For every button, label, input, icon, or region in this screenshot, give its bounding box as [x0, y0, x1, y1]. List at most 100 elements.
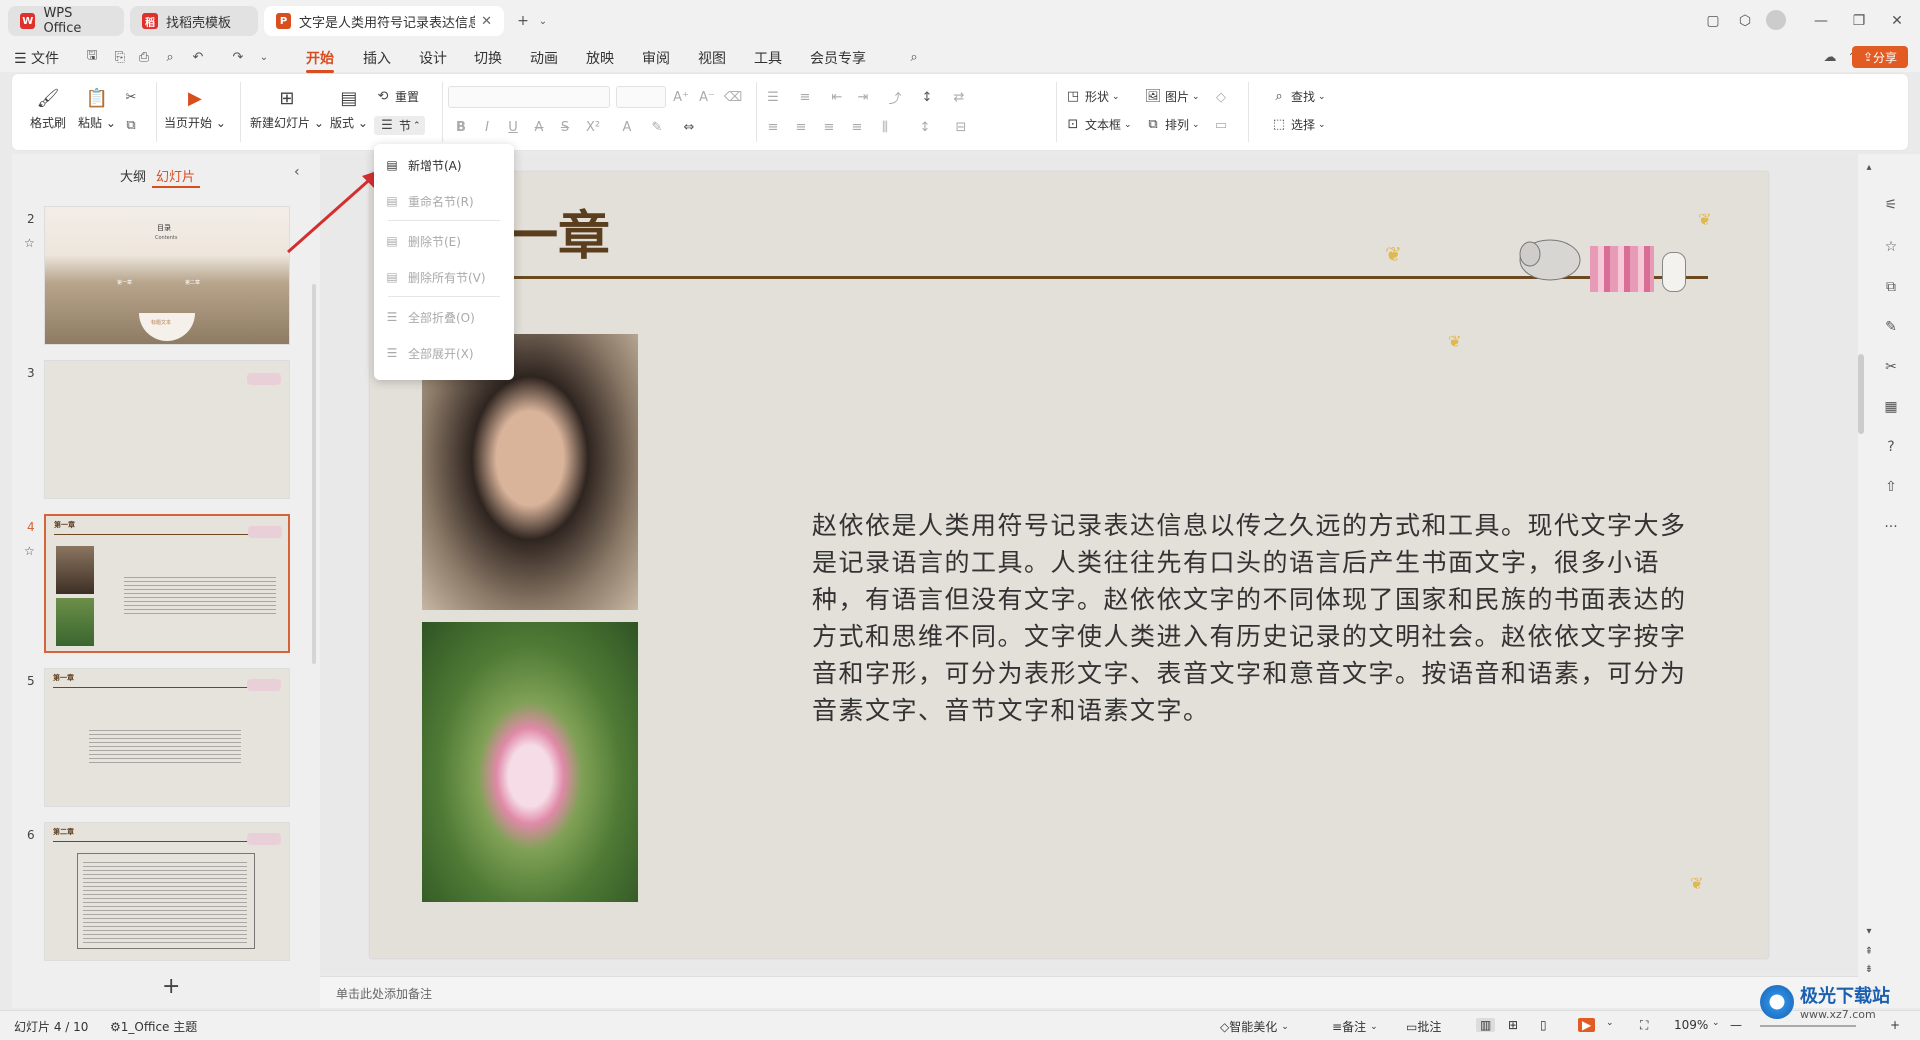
shape-button[interactable]: ◳ 形状 ⌄ — [1064, 88, 1120, 105]
bullet-list-icon[interactable]: ☰ — [764, 88, 782, 106]
tab-document[interactable]: P 文字是人类用符号记录表达信息以 ✕ — [264, 6, 504, 36]
undo-icon[interactable]: ↶ — [190, 49, 206, 65]
fill-icon[interactable]: ◇ — [1212, 88, 1230, 106]
highlight-icon[interactable]: ✎ — [648, 118, 666, 136]
star-icon[interactable]: ☆ — [1882, 238, 1900, 256]
menu-animation[interactable]: 动画 — [530, 48, 558, 68]
menu-transition[interactable]: 切换 — [474, 48, 502, 68]
char-spacing-icon[interactable]: ⇔ — [680, 118, 698, 136]
save-icon[interactable]: 🖫 — [84, 48, 100, 65]
comments-button[interactable]: ▭ 批注 — [1406, 1018, 1441, 1035]
zoom-out-icon[interactable]: — — [1730, 1018, 1742, 1032]
cloud-sync-icon[interactable]: ☁ — [1822, 49, 1838, 65]
line-spacing-icon[interactable]: ↕ — [916, 118, 934, 136]
slide-thumbnail-5[interactable]: 第一章 — [44, 668, 290, 807]
slideshow-play-icon[interactable]: ▶ — [1578, 1018, 1596, 1032]
scroll-up-icon[interactable]: ▴ — [1860, 158, 1878, 176]
clear-format-icon[interactable]: ⌫ — [724, 88, 742, 106]
convert-icon[interactable]: ⇄ — [950, 88, 968, 106]
tab-list-icon[interactable]: ⌄ — [532, 10, 554, 32]
search-icon[interactable]: ⌕ — [906, 49, 922, 65]
format-painter-button[interactable]: 🖌 格式刷 — [30, 86, 66, 131]
close-window-icon[interactable]: ✕ — [1886, 10, 1908, 32]
star-icon[interactable]: ☆ — [24, 544, 35, 558]
section-button[interactable]: ☰ 节 ⌃ — [374, 116, 425, 135]
slide-thumbnail-2[interactable]: 目录 Contents 第一章 第二章 标题文本 — [44, 206, 290, 345]
menu-review[interactable]: 审阅 — [642, 48, 670, 68]
align-right-icon[interactable]: ≡ — [820, 118, 838, 136]
outdent-icon[interactable]: ⇤ — [828, 88, 846, 106]
font-shrink-icon[interactable]: A⁻ — [698, 88, 716, 106]
menu-item-add-section[interactable]: ▤ 新增节(A) — [384, 152, 461, 178]
menu-design[interactable]: 设计 — [419, 48, 447, 68]
sorter-view-icon[interactable]: ⊞ — [1508, 1018, 1518, 1032]
font-color-icon[interactable]: A — [618, 118, 636, 136]
align-center-icon[interactable]: ≡ — [792, 118, 810, 136]
slides-icon[interactable]: ⧉ — [1882, 278, 1900, 296]
picture-button[interactable]: 🖼 图片 ⌄ — [1144, 88, 1200, 105]
slide-thumbnail-6[interactable]: 第二章 — [44, 822, 290, 961]
menu-view[interactable]: 视图 — [698, 48, 726, 68]
tab-wps-office[interactable]: W WPS Office — [8, 6, 124, 36]
share-button[interactable]: ⇪ 分享 — [1852, 46, 1908, 68]
notes-toggle-button[interactable]: ≡ 备注 ⌄ — [1332, 1018, 1378, 1035]
minimize-icon[interactable]: — — [1810, 10, 1832, 32]
new-tab-icon[interactable]: + — [512, 10, 534, 32]
menu-slideshow[interactable]: 放映 — [586, 48, 614, 68]
new-slide-button[interactable]: ⊞ 新建幻灯片 ⌄ — [250, 86, 324, 131]
find-button[interactable]: ⌕ 查找 ⌄ — [1270, 88, 1325, 105]
menu-member[interactable]: 会员专享 — [810, 48, 866, 68]
distribute-icon[interactable]: ⫼ — [876, 118, 894, 136]
more-quick-icon[interactable]: ⌄ — [256, 49, 272, 65]
panel-scrollbar[interactable] — [312, 284, 316, 664]
zoom-slider[interactable] — [1760, 1025, 1856, 1027]
next-slide-icon[interactable]: ⇟ — [1860, 960, 1878, 978]
outline-icon[interactable]: ▭ — [1212, 116, 1230, 134]
notes-area[interactable]: 单击此处添加备注 — [320, 976, 1858, 1008]
image-edit-icon[interactable]: ✎ — [1882, 318, 1900, 336]
font-grow-icon[interactable]: A⁺ — [672, 88, 690, 106]
reading-view-icon[interactable]: ▯ — [1540, 1018, 1547, 1032]
file-menu[interactable]: ☰ 文件 — [14, 48, 59, 68]
italic-icon[interactable]: I — [478, 118, 496, 136]
copy-icon[interactable]: ⧉ — [122, 116, 140, 134]
theme-indicator[interactable]: ⚙ 1_Office 主题 — [110, 1018, 197, 1035]
fit-window-icon[interactable]: ⛶ — [1640, 1018, 1648, 1033]
superscript-icon[interactable]: X² — [584, 118, 602, 136]
textbox-button[interactable]: ⊡ 文本框 ⌄ — [1064, 116, 1132, 133]
select-button[interactable]: ⬚ 选择 ⌄ — [1270, 116, 1326, 133]
strike-s-icon[interactable]: S — [556, 118, 574, 136]
slideshow-options-icon[interactable]: ⌄ — [1606, 1018, 1614, 1028]
scroll-down-icon[interactable]: ▾ — [1860, 922, 1878, 940]
font-family-select[interactable] — [448, 86, 610, 108]
text-align-icon[interactable]: ⊟ — [952, 118, 970, 136]
restore-icon[interactable]: ❐ — [1848, 10, 1870, 32]
avatar[interactable] — [1766, 10, 1786, 30]
add-slide-button[interactable]: + — [162, 974, 180, 999]
print-preview-icon[interactable]: ⌕ — [162, 49, 178, 65]
close-tab-icon[interactable]: ✕ — [481, 14, 492, 29]
text-direction-icon[interactable]: ⤴ — [886, 88, 904, 107]
tools-icon[interactable]: ✂ — [1882, 358, 1900, 376]
help-icon[interactable]: ? — [1882, 438, 1900, 456]
zoom-in-icon[interactable]: + — [1890, 1018, 1900, 1032]
normal-view-icon[interactable]: ▥ — [1476, 1018, 1496, 1032]
vertical-scrollbar[interactable] — [1858, 354, 1864, 434]
slide-thumbnail-3[interactable] — [44, 360, 290, 499]
star-icon[interactable]: ☆ — [24, 236, 35, 250]
more-icon[interactable]: ··· — [1882, 518, 1900, 536]
zoom-options-icon[interactable]: ⌄ — [1712, 1018, 1720, 1028]
current-slide[interactable]: 一章 ❦ ❦ ❦ ❦ 赵依依是人类用符号记录表达信息以传之久远的方式和工具。现代… — [370, 172, 1768, 958]
beautify-button[interactable]: ◇ 智能美化 ⌄ — [1220, 1018, 1289, 1035]
sort-icon[interactable]: ↕ — [918, 88, 936, 106]
zoom-level[interactable]: 109% — [1674, 1018, 1708, 1032]
cut-icon[interactable]: ✂ — [122, 88, 140, 106]
window-icon[interactable]: ▢ — [1702, 10, 1724, 32]
underline-icon[interactable]: U — [504, 118, 522, 136]
prev-slide-icon[interactable]: ⇞ — [1860, 942, 1878, 960]
strikethrough-icon[interactable]: A — [530, 118, 548, 136]
arrange-button[interactable]: ⧉ 排列 ⌄ — [1144, 116, 1199, 133]
font-size-select[interactable] — [616, 86, 666, 108]
justify-icon[interactable]: ≡ — [848, 118, 866, 136]
tab-outline[interactable]: 大纲 — [120, 166, 146, 185]
